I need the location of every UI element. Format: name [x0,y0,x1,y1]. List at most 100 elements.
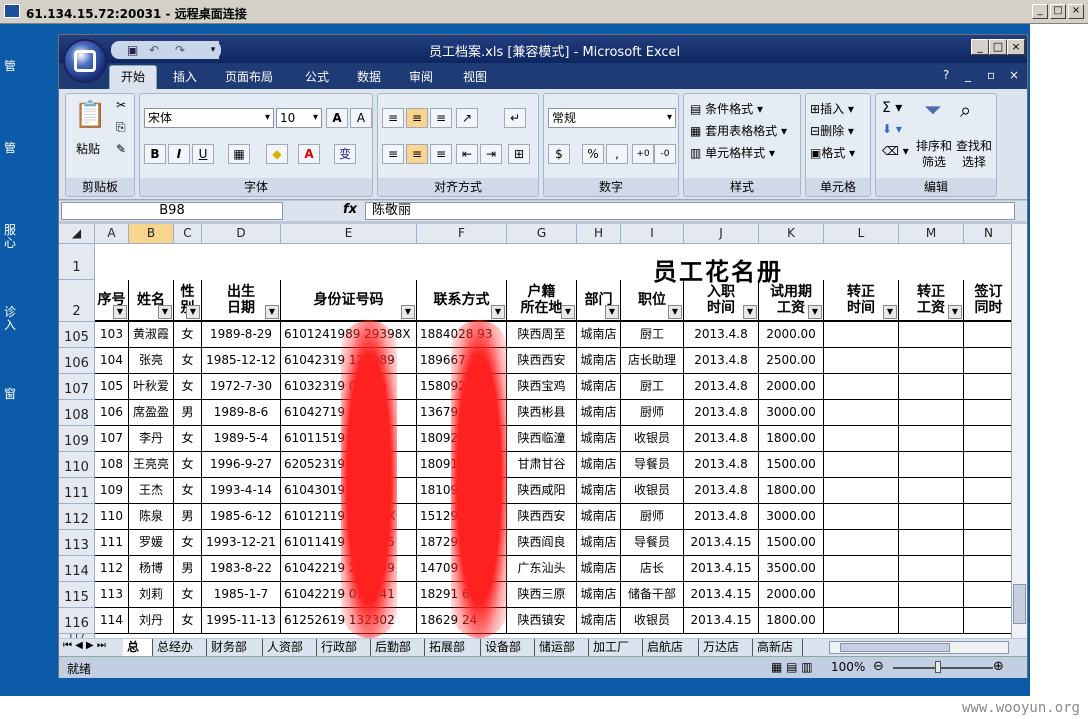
zoom-out-icon[interactable]: ⊖ [873,659,884,674]
paste-button[interactable]: 粘贴 [76,140,100,157]
cell-sex[interactable]: 女 [174,608,202,634]
cell-no[interactable]: 111 [95,530,129,556]
row-header[interactable]: 108 [59,400,95,426]
cell-no[interactable]: 112 [95,556,129,582]
cell-no[interactable]: 114 [95,608,129,634]
fill-color-icon[interactable]: ◆ [266,144,288,164]
cell-no[interactable]: 109 [95,478,129,504]
filter-dropdown-icon[interactable]: ▼ [561,305,575,319]
formula-input[interactable]: 陈敬丽 [365,202,1015,220]
fill-icon[interactable]: ⬇ ▾ [882,122,902,136]
sheet-tab[interactable]: 高新店 [753,639,803,656]
comma-icon[interactable]: , [606,144,628,164]
cell-birth[interactable]: 1995-11-13 [202,608,281,634]
cell-name[interactable]: 叶秋爱 [129,374,174,400]
cell-empty[interactable] [964,348,1011,374]
cell-dept[interactable]: 城南店 [577,348,621,374]
cell-birth[interactable]: 1993-4-14 [202,478,281,504]
filter-dropdown-icon[interactable]: ▼ [605,305,619,319]
column-header-h[interactable]: H [577,224,621,244]
cell-pay[interactable]: 2500.00 [759,348,824,374]
paste-icon[interactable]: 📋 [74,100,106,130]
merge-cells-icon[interactable]: ⊞ [508,144,530,164]
sheet-tab[interactable]: 总 [123,639,153,656]
cell-pos[interactable]: 店长助理 [621,348,684,374]
align-middle-icon[interactable]: ≡ [406,108,428,128]
cell-empty[interactable] [824,322,899,348]
copy-icon[interactable]: ⎘ [116,120,126,135]
view-buttons-icon[interactable]: ▦ ▤ ▥ [771,660,813,674]
filter-dropdown-icon[interactable]: ▼ [113,305,127,319]
tab-insert[interactable]: 插入 [173,68,197,85]
sheet-nav-icon[interactable]: ⏮ ◀ ▶ ⏭ [63,640,106,651]
quick-access-toolbar[interactable]: ▣ ↶ ↷ [111,41,221,59]
filter-dropdown-icon[interactable]: ▼ [401,305,415,319]
cell-pos[interactable]: 导餐员 [621,452,684,478]
select-all-corner[interactable]: ◢ [59,224,95,244]
delete-cells-button[interactable]: ⊟删除 ▾ [810,122,854,139]
filter-dropdown-icon[interactable]: ▼ [883,305,897,319]
align-top-icon[interactable]: ≡ [382,108,404,128]
column-header-m[interactable]: M [899,224,964,244]
font-color-icon[interactable]: A [298,144,320,164]
sheet-tab[interactable]: 财务部 [207,639,263,656]
cell-pay[interactable]: 3000.00 [759,400,824,426]
maximize-button[interactable]: □ [989,39,1007,55]
border-icon[interactable]: ▦ [228,144,250,164]
clear-icon[interactable]: ⌫ ▾ [882,144,909,158]
column-header-l[interactable]: L [824,224,899,244]
row-header[interactable]: 110 [59,452,95,478]
cell-empty[interactable] [964,374,1011,400]
cell-pay[interactable]: 3000.00 [759,504,824,530]
undo-icon[interactable]: ↶ [149,43,159,57]
hscroll-thumb[interactable] [840,643,950,652]
desktop-icon-label[interactable]: 管 [4,60,22,73]
column-header-i[interactable]: I [621,224,684,244]
cell-join[interactable]: 2013.4.8 [684,504,759,530]
cell-empty[interactable] [964,478,1011,504]
align-left-icon[interactable]: ≡ [382,144,404,164]
cell-empty[interactable] [824,348,899,374]
cell-empty[interactable] [824,556,899,582]
format-as-table-button[interactable]: ▦ 套用表格格式 ▾ [690,122,787,139]
cell-pay[interactable]: 1800.00 [759,426,824,452]
cell-empty[interactable] [964,400,1011,426]
cell-dept[interactable]: 城南店 [577,608,621,634]
desktop-icon-label[interactable]: 诊入 [4,306,22,332]
column-header-n[interactable]: N [964,224,1011,244]
number-format-select[interactable]: 常规 [548,108,676,128]
cell-dept[interactable]: 城南店 [577,504,621,530]
ribbon-minimize-icon[interactable]: _ [965,68,971,82]
filter-dropdown-icon[interactable]: ▼ [743,305,757,319]
cell-empty[interactable] [899,348,964,374]
sheet-tab[interactable]: 储运部 [535,639,589,656]
cell-no[interactable]: 105 [95,374,129,400]
zoom-slider-thumb[interactable] [935,661,941,673]
cell-pos[interactable]: 厨师 [621,504,684,530]
filter-dropdown-icon[interactable]: ▼ [491,305,505,319]
decrease-indent-icon[interactable]: ⇤ [456,144,478,164]
cell-pay[interactable]: 1800.00 [759,478,824,504]
cell-dept[interactable]: 城南店 [577,322,621,348]
close-button[interactable]: × [1007,39,1025,55]
cell-empty[interactable] [899,478,964,504]
desktop-icon-label[interactable]: 服心 [4,224,22,250]
cell-pay[interactable]: 2000.00 [759,374,824,400]
sheet-tab[interactable]: 后勤部 [371,639,425,656]
italic-icon[interactable]: I [168,144,190,164]
desktop-icon-label[interactable]: 管 [4,142,22,155]
column-header-c[interactable]: C [174,224,202,244]
grow-font-icon[interactable]: A [326,108,348,128]
row-header[interactable]: 2 [59,280,95,322]
sheet-tab[interactable]: 设备部 [481,639,535,656]
cell-pay[interactable]: 1500.00 [759,530,824,556]
cell-join[interactable]: 2013.4.8 [684,452,759,478]
cell-empty[interactable] [899,322,964,348]
cell-empty[interactable] [824,400,899,426]
tab-view[interactable]: 视图 [463,68,487,85]
filter-dropdown-icon[interactable]: ▼ [158,305,172,319]
cell-empty[interactable] [964,504,1011,530]
column-header-a[interactable]: A [95,224,129,244]
cell-empty[interactable] [964,582,1011,608]
cell-name[interactable]: 黄淑霞 [129,322,174,348]
